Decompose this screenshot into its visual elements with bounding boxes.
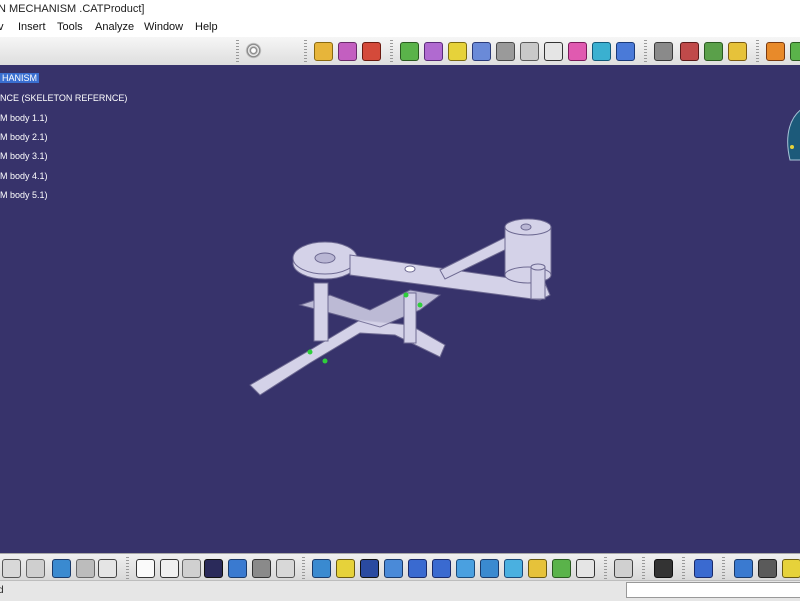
menu-analyze[interactable]: Analyze xyxy=(95,21,134,33)
publish-icon[interactable] xyxy=(790,42,800,61)
scale-icon[interactable] xyxy=(614,559,633,578)
title-bar: N MECHANISM .CATProduct] xyxy=(0,0,800,20)
section-icon[interactable] xyxy=(704,42,723,61)
help-icon[interactable] xyxy=(98,559,117,578)
anchor-icon[interactable] xyxy=(496,42,515,61)
measure-icon[interactable] xyxy=(654,42,673,61)
component-icon[interactable] xyxy=(362,42,381,61)
tree-structure-icon[interactable] xyxy=(228,559,247,578)
menu-window[interactable]: Window xyxy=(144,21,183,33)
formula-icon[interactable] xyxy=(136,559,155,578)
toolbar-grip[interactable] xyxy=(302,557,305,579)
wrench-icon[interactable] xyxy=(400,42,419,61)
toolbar-grip[interactable] xyxy=(390,40,393,62)
fit-all-icon[interactable] xyxy=(336,559,355,578)
undo-icon[interactable] xyxy=(52,559,71,578)
toolbar-grip[interactable] xyxy=(236,40,239,62)
toolbar-grip[interactable] xyxy=(722,557,725,579)
gear-icon[interactable] xyxy=(758,559,777,578)
toolbar-grip[interactable] xyxy=(642,557,645,579)
3d-viewport[interactable]: HANISM NCE (SKELETON REFERNCE) M body 1.… xyxy=(0,65,800,553)
pin-right[interactable] xyxy=(530,266,546,300)
spiral-icon[interactable] xyxy=(245,42,262,59)
compass-icon[interactable] xyxy=(780,105,800,175)
bottle-icon[interactable] xyxy=(782,559,800,578)
bolt-icon[interactable] xyxy=(448,42,467,61)
assembly-icon[interactable] xyxy=(314,42,333,61)
cube-icon[interactable] xyxy=(424,42,443,61)
menu-view[interactable]: v xyxy=(0,21,4,33)
pattern-icon[interactable] xyxy=(616,42,635,61)
toolbar-grip[interactable] xyxy=(126,557,129,579)
zoom-out-icon[interactable] xyxy=(432,559,451,578)
power-input-field[interactable] xyxy=(626,582,800,598)
zoom-in-icon[interactable] xyxy=(408,559,427,578)
list-icon[interactable] xyxy=(276,559,295,578)
toolbar-grip[interactable] xyxy=(756,40,759,62)
stretch-icon[interactable] xyxy=(734,559,753,578)
top-toolbar xyxy=(0,37,800,66)
fly-mode-icon[interactable] xyxy=(312,559,331,578)
menu-tools[interactable]: Tools xyxy=(57,21,83,33)
pan-icon[interactable] xyxy=(360,559,379,578)
toolbar-grip[interactable] xyxy=(304,40,307,62)
shading-icon[interactable] xyxy=(528,559,547,578)
scissors-icon[interactable] xyxy=(568,42,587,61)
toolbar-grip[interactable] xyxy=(604,557,607,579)
status-text: d xyxy=(0,585,4,596)
redo-icon[interactable] xyxy=(76,559,95,578)
snap-icon[interactable] xyxy=(472,42,491,61)
post-right[interactable] xyxy=(403,292,417,344)
cycle-icon[interactable] xyxy=(592,42,611,61)
menu-insert[interactable]: Insert xyxy=(18,21,46,33)
knowledge-icon[interactable] xyxy=(182,559,201,578)
multi-view-icon[interactable] xyxy=(480,559,499,578)
camera-icon[interactable] xyxy=(654,559,673,578)
bottom-toolbar xyxy=(0,553,800,581)
menu-bar: v Insert Tools Analyze Window Help xyxy=(0,19,800,37)
sparkle-icon[interactable] xyxy=(728,42,747,61)
post-left[interactable] xyxy=(313,282,329,342)
comment-icon[interactable] xyxy=(160,559,179,578)
rotate-icon[interactable] xyxy=(384,559,403,578)
cylinder-hole xyxy=(520,223,532,231)
window-title: N MECHANISM .CATProduct] xyxy=(0,3,145,15)
toolbar-grip[interactable] xyxy=(682,557,685,579)
pin-right-top xyxy=(530,263,546,271)
grid-table-icon[interactable] xyxy=(204,559,223,578)
mechanism-model[interactable] xyxy=(0,65,800,553)
table-icon[interactable] xyxy=(544,42,563,61)
clash-icon[interactable] xyxy=(680,42,699,61)
product-icon[interactable] xyxy=(338,42,357,61)
lock-icon[interactable] xyxy=(252,559,271,578)
iso-view-icon[interactable] xyxy=(504,559,523,578)
paperclip-icon[interactable] xyxy=(520,42,539,61)
normal-view-icon[interactable] xyxy=(456,559,475,578)
toolbar-grip[interactable] xyxy=(644,40,647,62)
main-disc-hole xyxy=(314,252,336,264)
copy-icon[interactable] xyxy=(2,559,21,578)
paste-icon[interactable] xyxy=(26,559,45,578)
arm-pin xyxy=(404,265,416,273)
printer-icon[interactable] xyxy=(694,559,713,578)
hide-show-icon[interactable] xyxy=(552,559,571,578)
menu-help[interactable]: Help xyxy=(195,21,218,33)
catalog-icon[interactable] xyxy=(766,42,785,61)
swap-space-icon[interactable] xyxy=(576,559,595,578)
